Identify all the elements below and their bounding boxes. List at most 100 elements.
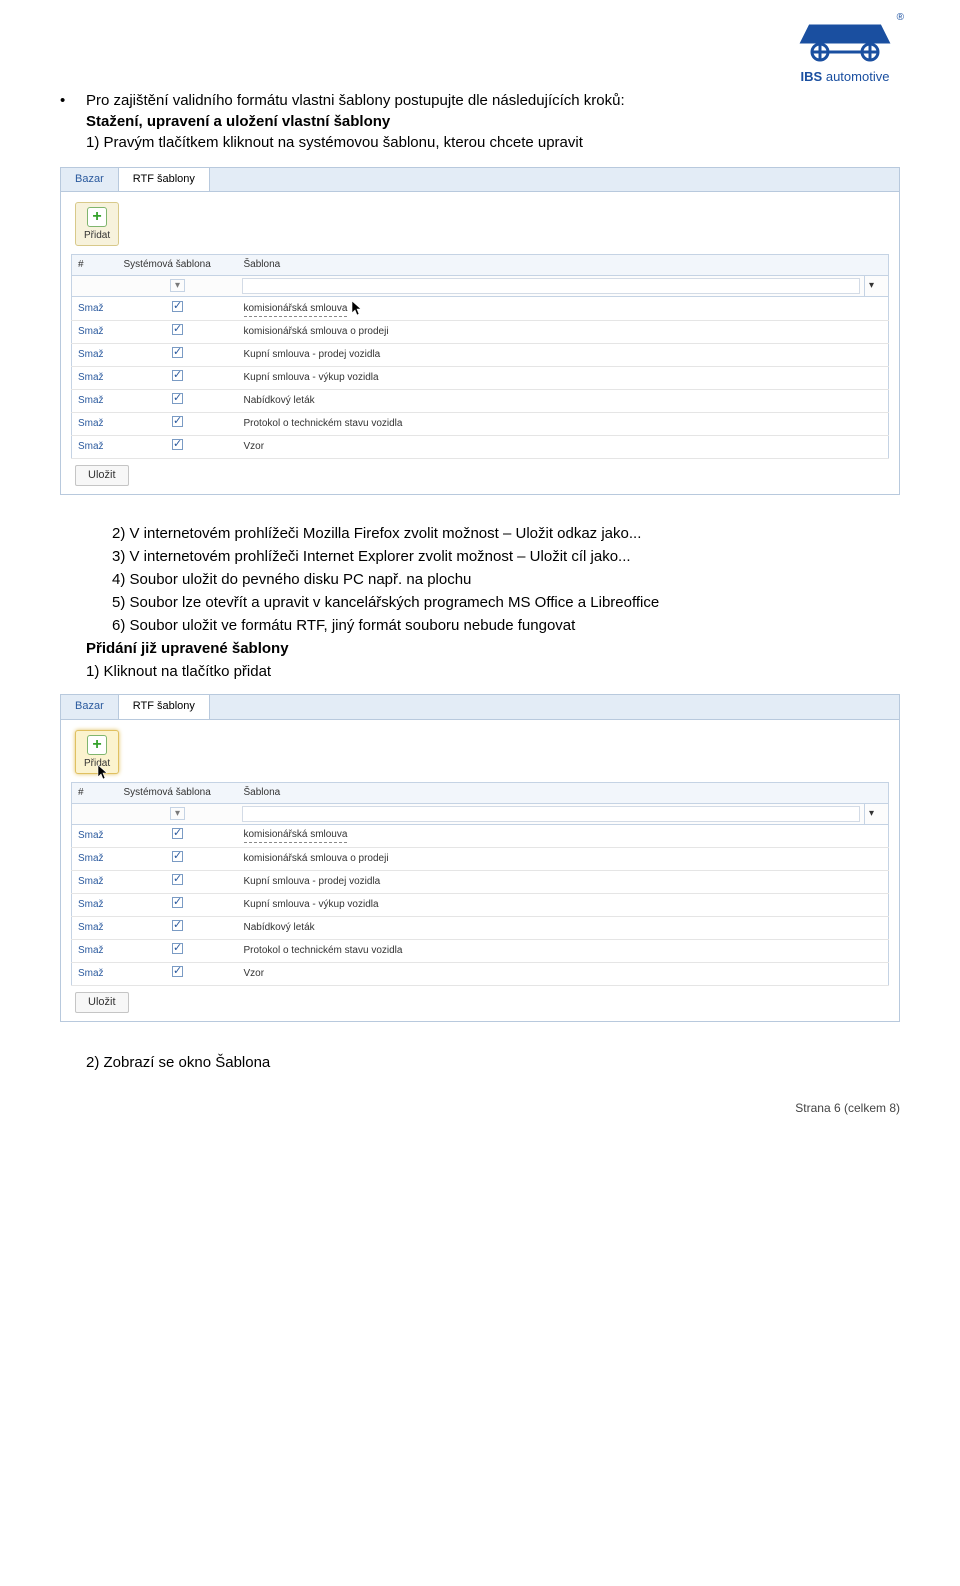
delete-link[interactable]: Smaž — [78, 922, 104, 933]
cursor-icon — [351, 300, 363, 316]
col-header-del[interactable]: # — [72, 255, 118, 276]
page-footer: Strana 6 (celkem 8) — [795, 1101, 900, 1115]
brand-text: IBS automotive — [790, 69, 900, 84]
delete-link[interactable]: Smaž — [78, 326, 104, 337]
step-2: 2) V internetovém prohlížeči Mozilla Fir… — [86, 523, 900, 544]
table-row: Smaž komisionářská smlouva — [72, 824, 889, 847]
template-name[interactable]: komisionářská smlouva — [244, 828, 348, 843]
carriage-icon — [790, 18, 900, 62]
template-name[interactable]: Vzor — [244, 968, 265, 979]
screenshot-2: Bazar RTF šablony + Přidat # Systémová š… — [60, 694, 900, 1022]
registered-mark: ® — [897, 12, 904, 23]
system-template-checkbox[interactable] — [172, 370, 183, 381]
step-5: 5) Soubor lze otevřít a upravit v kancel… — [86, 592, 900, 613]
step-3: 3) V internetovém prohlížeči Internet Ex… — [86, 546, 900, 567]
template-name[interactable]: Protokol o technickém stavu vozidla — [244, 418, 403, 429]
section1-heading: Stažení, upravení a uložení vlastní šabl… — [86, 111, 625, 132]
delete-link[interactable]: Smaž — [78, 418, 104, 429]
template-name[interactable]: Kupní smlouva - prodej vozidla — [244, 876, 381, 887]
template-name[interactable]: Kupní smlouva - výkup vozidla — [244, 899, 379, 910]
tab-bazar[interactable]: Bazar — [61, 168, 119, 191]
tab-rtf-2[interactable]: RTF šablony — [119, 695, 210, 718]
delete-link[interactable]: Smaž — [78, 303, 104, 314]
add-label: Přidat — [84, 229, 110, 243]
bullet-dot: • — [60, 90, 86, 111]
table-row: Smaž Nabídkový leták — [72, 916, 889, 939]
screenshot-1: Bazar RTF šablony + Přidat # Systémová š… — [60, 167, 900, 495]
system-template-checkbox[interactable] — [172, 347, 183, 358]
template-name[interactable]: komisionářská smlouva o prodeji — [244, 326, 389, 337]
table-row: Smaž Kupní smlouva - výkup vozidla — [72, 367, 889, 390]
template-name[interactable]: Kupní smlouva - výkup vozidla — [244, 372, 379, 383]
step-1: 1) Pravým tlačítkem kliknout na systémov… — [86, 132, 625, 153]
col-header-name[interactable]: Šablona — [238, 255, 865, 276]
table-row: Smaž Kupní smlouva - prodej vozidla — [72, 870, 889, 893]
delete-link[interactable]: Smaž — [78, 395, 104, 406]
col-header-sys[interactable]: Systémová šablona — [118, 255, 238, 276]
add-button[interactable]: + Přidat — [75, 202, 119, 246]
table-row: Smaž Kupní smlouva - výkup vozidla — [72, 893, 889, 916]
system-template-checkbox[interactable] — [172, 439, 183, 450]
delete-link[interactable]: Smaž — [78, 945, 104, 956]
system-template-checkbox[interactable] — [172, 301, 183, 312]
last-step: 2) Zobrazí se okno Šablona — [86, 1052, 900, 1073]
template-name[interactable]: Protokol o technickém stavu vozidla — [244, 945, 403, 956]
delete-link[interactable]: Smaž — [78, 899, 104, 910]
templates-grid-2: # Systémová šablona Šablona ▾ ▾ Smaž komi… — [71, 782, 889, 986]
col-header-name-2[interactable]: Šablona — [238, 782, 865, 803]
delete-link[interactable]: Smaž — [78, 441, 104, 452]
filter-more-dropdown[interactable]: ▾ — [865, 276, 889, 297]
template-name[interactable]: komisionářská smlouva — [244, 302, 348, 317]
system-template-checkbox[interactable] — [172, 966, 183, 977]
filter-name-input[interactable] — [242, 278, 861, 294]
section2-heading: Přidání již upravené šablony — [86, 638, 900, 659]
save-button-1[interactable]: Uložit — [75, 465, 129, 486]
cursor-icon — [97, 764, 109, 780]
brand-logo: ® IBS automotive — [790, 18, 900, 84]
table-row: Smaž komisionářská smlouva o prodeji — [72, 847, 889, 870]
system-template-checkbox[interactable] — [172, 851, 183, 862]
step-4: 4) Soubor uložit do pevného disku PC nap… — [86, 569, 900, 590]
delete-link[interactable]: Smaž — [78, 876, 104, 887]
template-name[interactable]: Vzor — [244, 441, 265, 452]
filter-sys-dropdown-2[interactable]: ▾ — [170, 807, 185, 820]
plus-icon-2: + — [87, 735, 107, 755]
table-row: Smaž Nabídkový leták — [72, 390, 889, 413]
system-template-checkbox[interactable] — [172, 324, 183, 335]
save-button-2[interactable]: Uložit — [75, 992, 129, 1013]
table-row: Smaž Vzor — [72, 436, 889, 459]
col-header-sys-2[interactable]: Systémová šablona — [118, 782, 238, 803]
section2-step1: 1) Kliknout na tlačítko přidat — [86, 661, 900, 682]
table-row: Smaž Kupní smlouva - prodej vozidla — [72, 344, 889, 367]
delete-link[interactable]: Smaž — [78, 853, 104, 864]
intro-line: Pro zajištění validního formátu vlastni … — [86, 90, 625, 111]
delete-link[interactable]: Smaž — [78, 349, 104, 360]
delete-link[interactable]: Smaž — [78, 372, 104, 383]
col-header-del-2[interactable]: # — [72, 782, 118, 803]
system-template-checkbox[interactable] — [172, 897, 183, 908]
delete-link[interactable]: Smaž — [78, 968, 104, 979]
system-template-checkbox[interactable] — [172, 920, 183, 931]
system-template-checkbox[interactable] — [172, 943, 183, 954]
system-template-checkbox[interactable] — [172, 393, 183, 404]
table-row: Smaž Protokol o technickém stavu vozidla — [72, 413, 889, 436]
template-name[interactable]: Kupní smlouva - prodej vozidla — [244, 349, 381, 360]
template-name[interactable]: Nabídkový leták — [244, 922, 315, 933]
templates-grid-1: # Systémová šablona Šablona ▾ ▾ Smaž komi… — [71, 254, 889, 459]
system-template-checkbox[interactable] — [172, 828, 183, 839]
filter-more-dropdown-2[interactable]: ▾ — [865, 803, 889, 824]
table-row: Smaž komisionářská smlouva — [72, 297, 889, 321]
tab-bazar-2[interactable]: Bazar — [61, 695, 119, 718]
table-row: Smaž Vzor — [72, 962, 889, 985]
delete-link[interactable]: Smaž — [78, 830, 104, 841]
table-row: Smaž Protokol o technickém stavu vozidla — [72, 939, 889, 962]
filter-name-input-2[interactable] — [242, 806, 861, 822]
filter-sys-dropdown[interactable]: ▾ — [170, 279, 185, 292]
tab-rtf[interactable]: RTF šablony — [119, 168, 210, 191]
template-name[interactable]: Nabídkový leták — [244, 395, 315, 406]
table-row: Smaž komisionářská smlouva o prodeji — [72, 321, 889, 344]
system-template-checkbox[interactable] — [172, 874, 183, 885]
template-name[interactable]: komisionářská smlouva o prodeji — [244, 853, 389, 864]
system-template-checkbox[interactable] — [172, 416, 183, 427]
plus-icon: + — [87, 207, 107, 227]
